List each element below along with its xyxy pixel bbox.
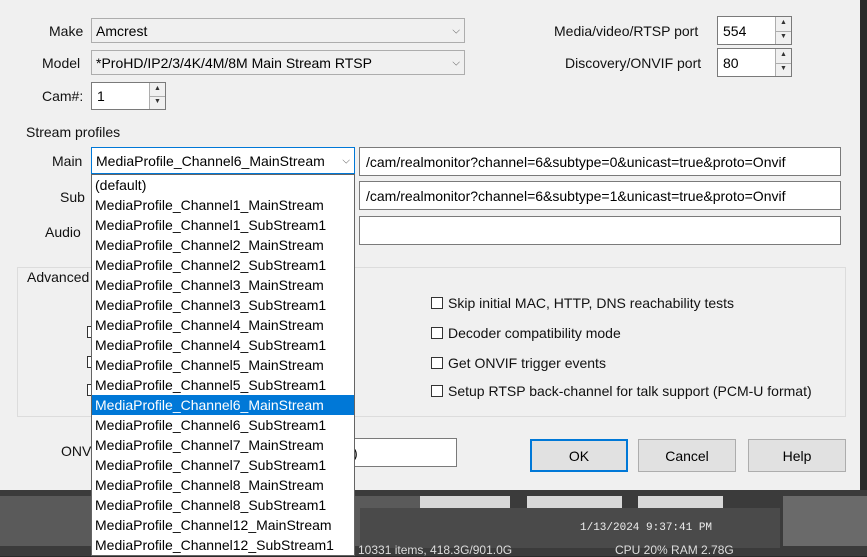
audio-path-input[interactable] [359, 216, 841, 245]
dropdown-option[interactable]: MediaProfile_Channel3_MainStream [92, 275, 354, 295]
cam-num-spin-buttons: ▲ ▼ [149, 83, 165, 109]
timestamp-overlay: 1/13/2024 9:37:41 PM [580, 522, 713, 534]
ok-button[interactable]: OK [530, 439, 628, 472]
onvif-port-spin-buttons: ▲ ▼ [775, 49, 791, 76]
dropdown-option[interactable]: MediaProfile_Channel4_SubStream1 [92, 335, 354, 355]
onvif-row-input[interactable]: ) [340, 438, 457, 467]
spin-down-icon[interactable]: ▼ [150, 96, 165, 109]
make-value: Amcrest [96, 22, 148, 39]
spin-up-icon[interactable]: ▲ [150, 83, 165, 97]
dropdown-option[interactable]: MediaProfile_Channel7_SubStream1 [92, 455, 354, 475]
cancel-button-label: Cancel [665, 447, 709, 464]
dropdown-option[interactable]: MediaProfile_Channel6_SubStream1 [92, 415, 354, 435]
decoder-compat-checkbox[interactable] [431, 327, 443, 339]
camera-thumbnail [783, 496, 867, 546]
rtsp-port-stepper[interactable]: 554 ▲ ▼ [717, 16, 792, 45]
decoder-compat-label: Decoder compatibility mode [448, 325, 621, 341]
spin-down-icon[interactable]: ▼ [776, 63, 791, 77]
make-dropdown[interactable]: Amcrest ⌵ [91, 18, 465, 43]
main-profile-dropdown[interactable]: MediaProfile_Channel6_MainStream ⌵ [91, 147, 355, 174]
dropdown-option[interactable]: MediaProfile_Channel12_SubStream1 [92, 535, 354, 555]
main-profile-dropdown-list: (default) MediaProfile_Channel1_MainStrea… [91, 174, 355, 556]
model-dropdown[interactable]: *ProHD/IP2/3/4K/4M/8M Main Stream RTSP ⌵ [91, 50, 465, 75]
chevron-down-icon: ⌵ [452, 57, 460, 68]
help-button[interactable]: Help [748, 439, 846, 472]
dropdown-option[interactable]: MediaProfile_Channel5_MainStream [92, 355, 354, 375]
rtsp-port-label: Media/video/RTSP port [554, 23, 699, 39]
rtsp-port-spin-buttons: ▲ ▼ [775, 17, 791, 44]
sub-path-value: /cam/realmonitor?channel=6&subtype=1&uni… [366, 187, 786, 204]
onvif-row-label: ONV [61, 443, 92, 459]
dropdown-option[interactable]: MediaProfile_Channel5_SubStream1 [92, 375, 354, 395]
audio-label: Audio [45, 224, 81, 240]
onvif-port-label: Discovery/ONVIF port [565, 55, 702, 71]
rtsp-backchannel-label: Setup RTSP back-channel for talk support… [448, 383, 812, 399]
dropdown-option[interactable]: MediaProfile_Channel3_SubStream1 [92, 295, 354, 315]
camera-thumbnail [360, 508, 780, 548]
sub-path-input[interactable]: /cam/realmonitor?channel=6&subtype=1&uni… [359, 181, 841, 210]
help-button-label: Help [782, 447, 812, 464]
onvif-port-value: 80 [723, 54, 739, 71]
main-label: Main [52, 153, 83, 169]
advanced-heading: Advanced [26, 269, 91, 285]
rtsp-backchannel-checkbox[interactable] [431, 385, 443, 397]
spin-up-icon[interactable]: ▲ [776, 17, 791, 32]
sub-label: Sub [60, 189, 85, 205]
dropdown-option[interactable]: MediaProfile_Channel1_MainStream [92, 195, 354, 215]
onvif-trigger-checkbox[interactable] [431, 357, 443, 369]
model-value: *ProHD/IP2/3/4K/4M/8M Main Stream RTSP [96, 54, 372, 71]
cam-num-value: 1 [97, 88, 105, 104]
cam-num-stepper[interactable]: 1 ▲ ▼ [91, 82, 166, 110]
status-cpu: CPU 20% RAM 2.78G [615, 543, 734, 557]
spin-down-icon[interactable]: ▼ [776, 31, 791, 45]
rtsp-port-value: 554 [723, 22, 747, 39]
dropdown-option[interactable]: MediaProfile_Channel6_MainStream [92, 395, 354, 415]
dropdown-option[interactable]: (default) [92, 175, 354, 195]
dropdown-option[interactable]: MediaProfile_Channel4_MainStream [92, 315, 354, 335]
dropdown-option[interactable]: MediaProfile_Channel1_SubStream1 [92, 215, 354, 235]
dropdown-option[interactable]: MediaProfile_Channel8_MainStream [92, 475, 354, 495]
skip-reachability-label: Skip initial MAC, HTTP, DNS reachability… [448, 295, 735, 311]
dropdown-option[interactable]: MediaProfile_Channel12_MainStream [92, 515, 354, 535]
onvif-port-stepper[interactable]: 80 ▲ ▼ [717, 48, 792, 77]
dropdown-option[interactable]: MediaProfile_Channel2_MainStream [92, 235, 354, 255]
dropdown-option[interactable]: MediaProfile_Channel2_SubStream1 [92, 255, 354, 275]
ok-button-label: OK [568, 447, 590, 464]
stream-profiles-heading: Stream profiles [26, 124, 121, 140]
main-profile-value: MediaProfile_Channel6_MainStream [96, 152, 325, 169]
cancel-button[interactable]: Cancel [638, 439, 736, 472]
spin-up-icon[interactable]: ▲ [776, 49, 791, 64]
model-label: Model [42, 55, 81, 71]
onvif-trigger-label: Get ONVIF trigger events [448, 355, 606, 371]
chevron-down-icon: ⌵ [452, 25, 460, 36]
main-path-value: /cam/realmonitor?channel=6&subtype=0&uni… [366, 153, 786, 170]
skip-reachability-checkbox[interactable] [431, 297, 443, 309]
cam-num-label: Cam#: [42, 88, 84, 104]
main-path-input[interactable]: /cam/realmonitor?channel=6&subtype=0&uni… [359, 147, 841, 176]
status-items: 10331 items, 418.3G/901.0G [358, 543, 513, 557]
make-label: Make [49, 23, 84, 39]
dropdown-option[interactable]: MediaProfile_Channel7_MainStream [92, 435, 354, 455]
dropdown-option[interactable]: MediaProfile_Channel8_SubStream1 [92, 495, 354, 515]
chevron-down-icon: ⌵ [342, 155, 350, 166]
